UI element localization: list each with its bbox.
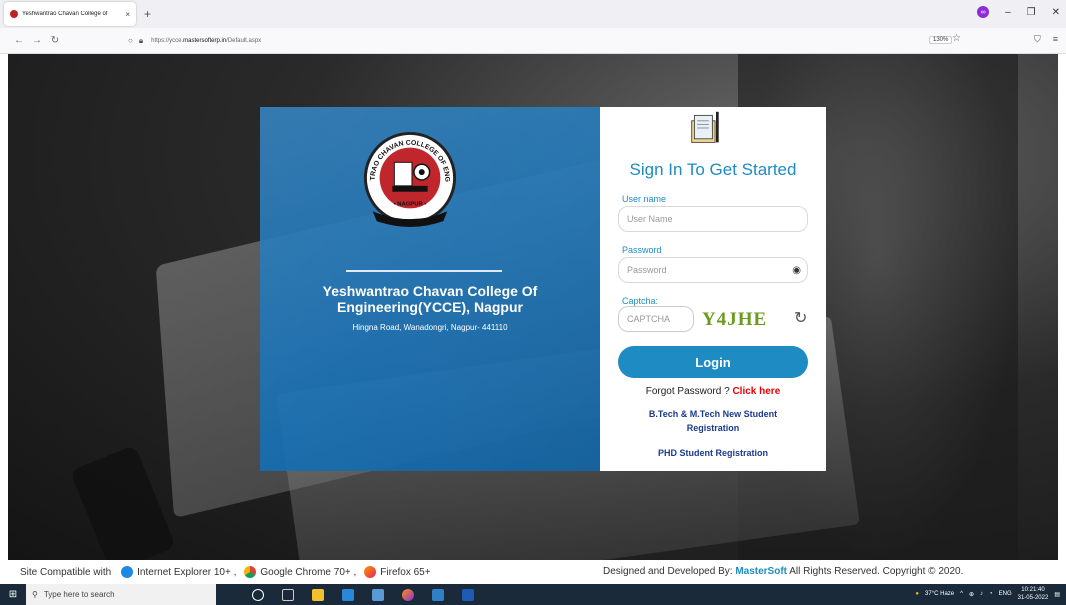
college-panel: YESHWANTRAO CHAVAN COLLEGE OF ENGINEERIN… — [260, 107, 600, 471]
captcha-image: Y4JHE — [702, 309, 767, 330]
file-explorer-icon[interactable] — [312, 588, 324, 601]
bookmark-star-icon[interactable]: ☆ — [952, 33, 961, 44]
forgot-password: Forgot Password ? Click here — [645, 386, 781, 397]
background-phone — [69, 444, 177, 560]
menu-icon[interactable]: ≡ — [1053, 34, 1058, 45]
pocket-icon[interactable]: ⛉ — [1034, 34, 1041, 45]
tab-close-icon[interactable]: × — [125, 10, 130, 19]
signin-heading: Sign In To Get Started — [629, 160, 797, 179]
weather-icon: ● — [915, 591, 920, 597]
zoom-level[interactable]: 130% — [929, 36, 953, 44]
forward-icon[interactable]: → — [30, 35, 44, 46]
chrome-icon — [244, 566, 257, 578]
divider — [346, 270, 502, 272]
firefox-taskbar-icon[interactable] — [402, 588, 414, 601]
network-icon[interactable]: ⊕ — [969, 591, 974, 598]
site-favicon-icon — [10, 10, 18, 18]
browser-tabbar: Yeshwantrao Chavan College of × + ∞ – ❐ … — [0, 0, 1066, 28]
username-input[interactable]: User Name — [618, 206, 808, 232]
page-footer: Site Compatible with Internet Explorer 1… — [0, 560, 1066, 584]
back-icon[interactable]: ← — [12, 35, 26, 46]
app-icon[interactable] — [432, 588, 444, 601]
firefox-icon — [364, 566, 377, 578]
captcha-label: Captcha: — [622, 296, 659, 306]
svg-text:• NAGPUR •: • NAGPUR • — [394, 201, 427, 207]
wifi-icon[interactable]: ◔ — [989, 591, 993, 597]
page-viewport: YESHWANTRAO CHAVAN COLLEGE OF ENGINEERIN… — [8, 54, 1058, 560]
browser-navbar: ← → ↻ ○ 🔒︎ https://ycce.mastersofterp.in… — [0, 28, 1066, 54]
system-tray: ● 37°C Haze ^ ⊕ ♪ ◔ ENG 10:21:40 31-05-2… — [915, 586, 1060, 602]
shield-icon: ○ — [128, 36, 133, 45]
windows-start-icon[interactable]: ⊞ — [0, 584, 26, 605]
volume-icon[interactable]: ♪ — [980, 591, 983, 597]
password-label: Password — [622, 245, 662, 255]
window-controls: ∞ – ❐ ✕ — [977, 6, 1060, 18]
windows-taskbar: ⊞ ⚲ Type here to search ● 37°C Haze ^ ⊕ … — [0, 584, 1066, 605]
book-icon — [691, 111, 719, 143]
url-bar[interactable]: ○ 🔒︎ https://ycce.mastersofterp.in/Defau… — [128, 36, 261, 46]
task-view-icon[interactable] — [282, 588, 294, 601]
reload-icon[interactable]: ↻ — [48, 35, 62, 46]
show-password-eye-icon[interactable]: ◉ — [792, 265, 801, 276]
password-input[interactable]: Password ◉ — [618, 257, 808, 283]
svg-text:Y4JHE: Y4JHE — [702, 309, 767, 330]
mastersoft-link[interactable]: MasterSoft — [735, 566, 787, 577]
college-address: Hingna Road, Wanadongri, Nagpur- 441110 — [352, 323, 508, 332]
login-panel: Sign In To Get Started User name User Na… — [600, 107, 826, 471]
mail-icon[interactable] — [342, 588, 354, 601]
maximize-icon[interactable]: ❐ — [1027, 7, 1036, 18]
browser-tab[interactable]: Yeshwantrao Chavan College of × — [4, 2, 136, 26]
college-name: Yeshwantrao Chavan College Of Engineerin… — [322, 283, 538, 315]
minimize-icon[interactable]: – — [1005, 7, 1011, 18]
word-icon[interactable] — [462, 588, 474, 601]
forgot-password-link[interactable]: Click here — [732, 386, 780, 397]
search-icon: ⚲ — [32, 590, 38, 599]
ie-icon — [121, 566, 134, 578]
browser-compat: Site Compatible with Internet Explorer 1… — [20, 566, 431, 578]
extension-icon[interactable]: ∞ — [977, 6, 990, 18]
login-button[interactable]: Login — [618, 346, 808, 378]
browser-tools: ⛉ ≡ — [1034, 34, 1058, 45]
notifications-icon[interactable]: ▤ — [1054, 591, 1060, 598]
taskbar-apps — [252, 588, 474, 601]
taskbar-clock[interactable]: 10:21:40 31-05-2022 — [1018, 586, 1049, 602]
copyright: Designed and Developed By: MasterSoft Al… — [603, 566, 964, 577]
tab-title: Yeshwantrao Chavan College of — [22, 11, 108, 17]
taskbar-search[interactable]: ⚲ Type here to search — [26, 584, 216, 605]
refresh-captcha-icon[interactable]: ↻ — [794, 308, 807, 328]
tray-chevron-icon[interactable]: ^ — [960, 591, 963, 597]
btech-registration-link[interactable]: B.Tech & M.Tech New Student Registration — [600, 407, 826, 435]
captcha-input[interactable]: CAPTCHA — [618, 306, 694, 332]
edge-icon[interactable] — [372, 588, 384, 601]
lock-icon: 🔒︎ — [138, 35, 144, 45]
new-tab-button[interactable]: + — [144, 7, 151, 21]
college-logo: YESHWANTRAO CHAVAN COLLEGE OF ENGINEERIN… — [361, 129, 457, 227]
username-label: User name — [622, 194, 667, 204]
phd-registration-link[interactable]: PHD Student Registration — [600, 446, 826, 460]
close-window-icon[interactable]: ✕ — [1052, 7, 1060, 18]
cortana-icon[interactable] — [252, 588, 264, 601]
url-text[interactable]: https://ycce.mastersofterp.in/Default.as… — [151, 38, 261, 44]
password-placeholder: Password — [627, 265, 667, 275]
